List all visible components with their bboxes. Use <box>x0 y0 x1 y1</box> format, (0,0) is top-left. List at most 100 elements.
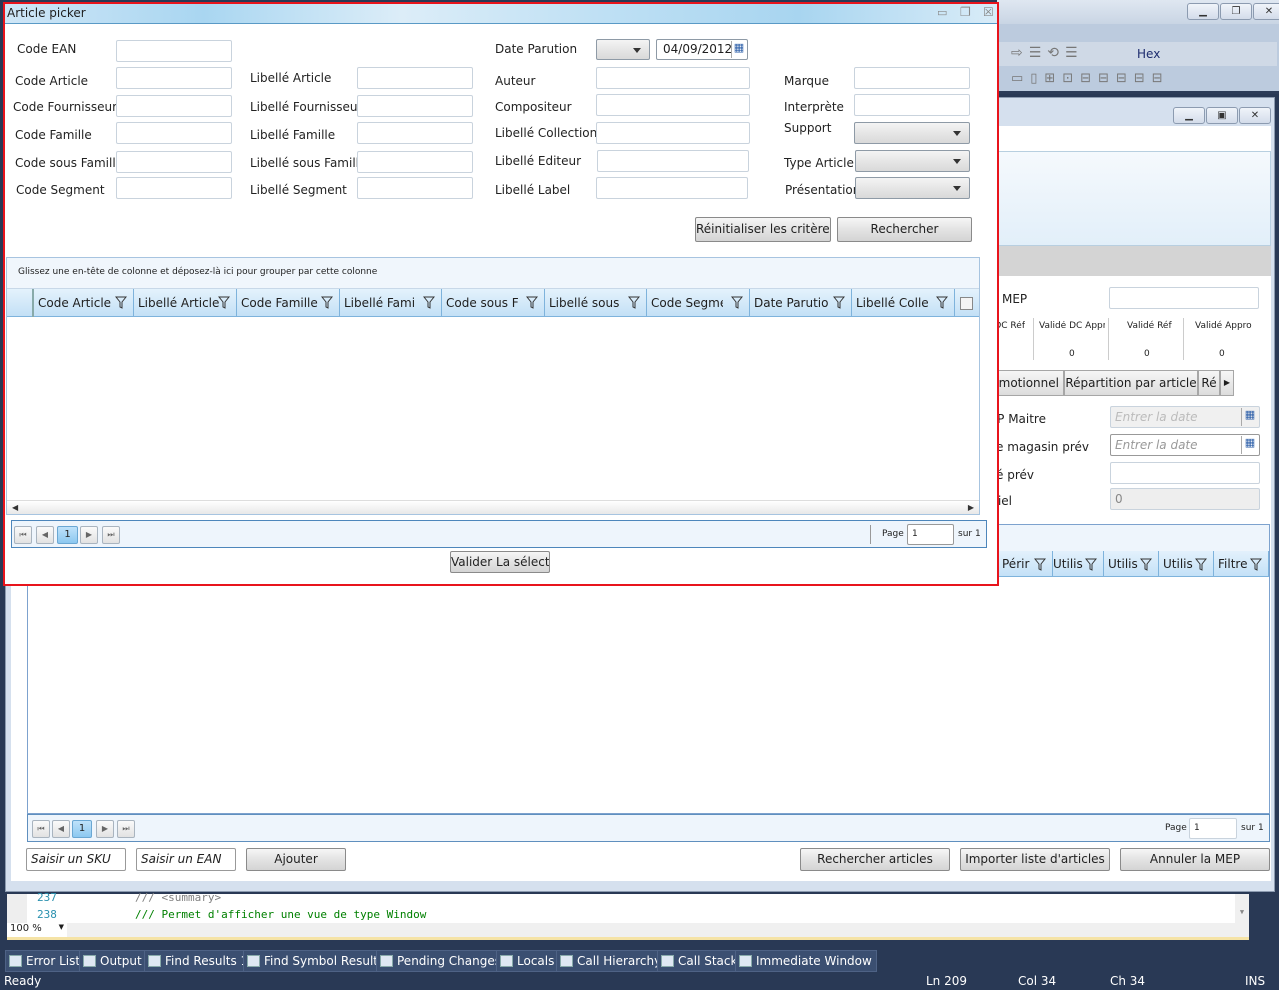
layout-toolbar-icons[interactable]: ▭▯⊞⊡⊟⊟⊟⊟⊟ <box>1011 71 1170 86</box>
column-header-libelle-article[interactable]: Libellé Article <box>134 289 237 317</box>
code-sous-famille-input[interactable] <box>116 151 232 173</box>
tab-immediate-window[interactable]: Immediate Window <box>735 950 877 972</box>
grid-hscrollbar[interactable]: ◀ ▶ <box>7 500 979 514</box>
date-parution-operator-select[interactable] <box>596 39 650 60</box>
quantite-input[interactable] <box>1110 462 1260 484</box>
libelle-famille-input[interactable] <box>357 122 473 144</box>
zoom-combo[interactable]: 100 % ▼ <box>7 923 67 937</box>
code-editor[interactable]: 237 /// <summary> 238 /// Permet d'affic… <box>7 891 1249 940</box>
column-header-code-sous-famille[interactable]: Code sous Famille <box>442 289 545 317</box>
date-parution-picker[interactable]: 04/09/2012 ▦ <box>656 39 748 60</box>
ean-input[interactable]: Saisir un EAN <box>136 848 236 871</box>
dialog-close-icon[interactable]: ☒ <box>983 5 994 19</box>
libelle-article-input[interactable] <box>357 67 473 89</box>
window-maximize-button[interactable]: ▣ <box>1206 107 1238 124</box>
ide-minimize-button[interactable]: ▁ <box>1187 3 1219 20</box>
bg-column-header[interactable]: Filtre <box>1214 551 1269 577</box>
tab-locals[interactable]: Locals <box>496 950 560 972</box>
code-famille-input[interactable] <box>116 122 232 144</box>
bg-column-header[interactable]: Utilis <box>1049 551 1104 577</box>
column-header-libelle-collection[interactable]: Libellé Collection <box>852 289 955 317</box>
tab-output[interactable]: Output <box>79 950 147 972</box>
libelle-sous-famille-input[interactable] <box>357 151 473 173</box>
toolbar-icons[interactable]: ⇨☰⟲☰ <box>1011 45 1084 61</box>
calendar-icon[interactable]: ▦ <box>1241 408 1258 426</box>
import-articles-button[interactable]: Importer liste d'articles <box>960 848 1110 871</box>
editor-vscroll[interactable]: ▼ <box>1235 894 1249 923</box>
group-panel[interactable]: Glissez une en-tête de colonne et dépose… <box>7 258 979 289</box>
support-select[interactable] <box>854 122 970 144</box>
type-article-select[interactable] <box>855 150 970 172</box>
cancel-mep-button[interactable]: Annuler la MEP <box>1120 848 1270 871</box>
code-article-input[interactable] <box>116 67 232 89</box>
column-header-code-article[interactable]: Code Article <box>34 289 134 317</box>
search-articles-button[interactable]: Rechercher articles <box>800 848 950 871</box>
interprete-input[interactable] <box>854 94 970 116</box>
window-minimize-button[interactable]: ▁ <box>1173 107 1205 124</box>
prev-page-button[interactable]: ◀ <box>52 820 70 838</box>
tab-find-results[interactable]: Find Results 1 <box>144 950 254 972</box>
auteur-input[interactable] <box>596 67 750 89</box>
filter-icon[interactable] <box>423 296 435 309</box>
libelle-editeur-input[interactable] <box>597 150 749 172</box>
toolbar-hex-button[interactable]: Hex <box>1137 47 1160 61</box>
filter-icon[interactable] <box>936 296 948 309</box>
code-segment-input[interactable] <box>116 177 232 199</box>
libelle-fournisseur-input[interactable] <box>357 95 473 117</box>
column-header-libelle-famille[interactable]: Libellé Famille <box>340 289 442 317</box>
filter-icon[interactable] <box>833 296 845 309</box>
tab-pending-changes[interactable]: Pending Changes <box>376 950 506 972</box>
validate-selection-button[interactable]: Valider La sélection <box>450 551 550 573</box>
ide-close-button[interactable]: ✕ <box>1253 3 1279 20</box>
column-header-code-segment[interactable]: Code Segment <box>647 289 750 317</box>
tab-scroll-right[interactable]: ▶ <box>1220 370 1234 396</box>
add-button[interactable]: Ajouter <box>246 848 346 871</box>
page-input[interactable]: 1 <box>907 524 954 545</box>
dialog-minimize-icon[interactable]: ▭ <box>937 6 947 19</box>
code-fournisseur-input[interactable] <box>116 95 232 117</box>
presentation-select[interactable] <box>855 177 970 199</box>
ouverture-date[interactable]: Entrer la date ▦ <box>1110 434 1260 456</box>
tab-call-stack[interactable]: Call Stack <box>657 950 743 972</box>
page-input[interactable]: 1 <box>1189 818 1237 839</box>
tab-find-symbol-results[interactable]: Find Symbol Results <box>243 950 390 972</box>
window-close-button[interactable]: ✕ <box>1239 107 1271 124</box>
next-page-button[interactable]: ▶ <box>96 820 114 838</box>
prev-page-button[interactable]: ◀ <box>36 526 54 544</box>
code-ean-input[interactable] <box>116 40 232 62</box>
bg-column-header[interactable]: Périr <box>998 551 1053 577</box>
last-page-button[interactable]: ⏭ <box>117 820 135 838</box>
tab-call-hierarchy[interactable]: Call Hierarchy <box>556 950 667 972</box>
tab-error-list[interactable]: Error List <box>5 950 86 972</box>
mep-maitre-date[interactable]: Entrer la date ▦ <box>1110 406 1260 428</box>
sku-input[interactable]: Saisir un SKU <box>26 848 126 871</box>
filter-icon[interactable] <box>218 296 230 309</box>
search-button[interactable]: Rechercher <box>837 217 972 242</box>
calendar-icon[interactable]: ▦ <box>1241 436 1258 454</box>
first-page-button[interactable]: ⏮ <box>32 820 50 838</box>
libelle-collection-input[interactable] <box>596 122 750 144</box>
compositeur-input[interactable] <box>596 94 750 116</box>
calendar-icon[interactable]: ▦ <box>731 41 746 58</box>
select-all-checkbox[interactable] <box>960 297 973 310</box>
marque-input[interactable] <box>854 67 970 89</box>
bg-column-header[interactable]: Utilis <box>1104 551 1159 577</box>
filter-icon[interactable] <box>628 296 640 309</box>
bg-column-header[interactable]: Utilis <box>1159 551 1214 577</box>
libelle-label-input[interactable] <box>596 177 748 199</box>
page-number-button[interactable]: 1 <box>72 820 92 838</box>
libelle-segment-input[interactable] <box>357 177 473 199</box>
filter-icon[interactable] <box>731 296 743 309</box>
tab-more[interactable]: Ré <box>1198 370 1220 396</box>
column-header-date-parution[interactable]: Date Parution <box>750 289 852 317</box>
page-number-button[interactable]: 1 <box>57 526 78 544</box>
reset-criteria-button[interactable]: Réinitialiser les critères <box>695 217 831 242</box>
filter-icon[interactable] <box>115 296 127 309</box>
last-page-button[interactable]: ⏭ <box>102 526 120 544</box>
dialog-maximize-icon[interactable]: ❐ <box>960 5 971 19</box>
ide-restore-button[interactable]: ❐ <box>1220 3 1252 20</box>
first-page-button[interactable]: ⏮ <box>14 526 32 544</box>
next-page-button[interactable]: ▶ <box>80 526 98 544</box>
mep-input[interactable] <box>1109 287 1259 309</box>
filter-icon[interactable] <box>321 296 333 309</box>
